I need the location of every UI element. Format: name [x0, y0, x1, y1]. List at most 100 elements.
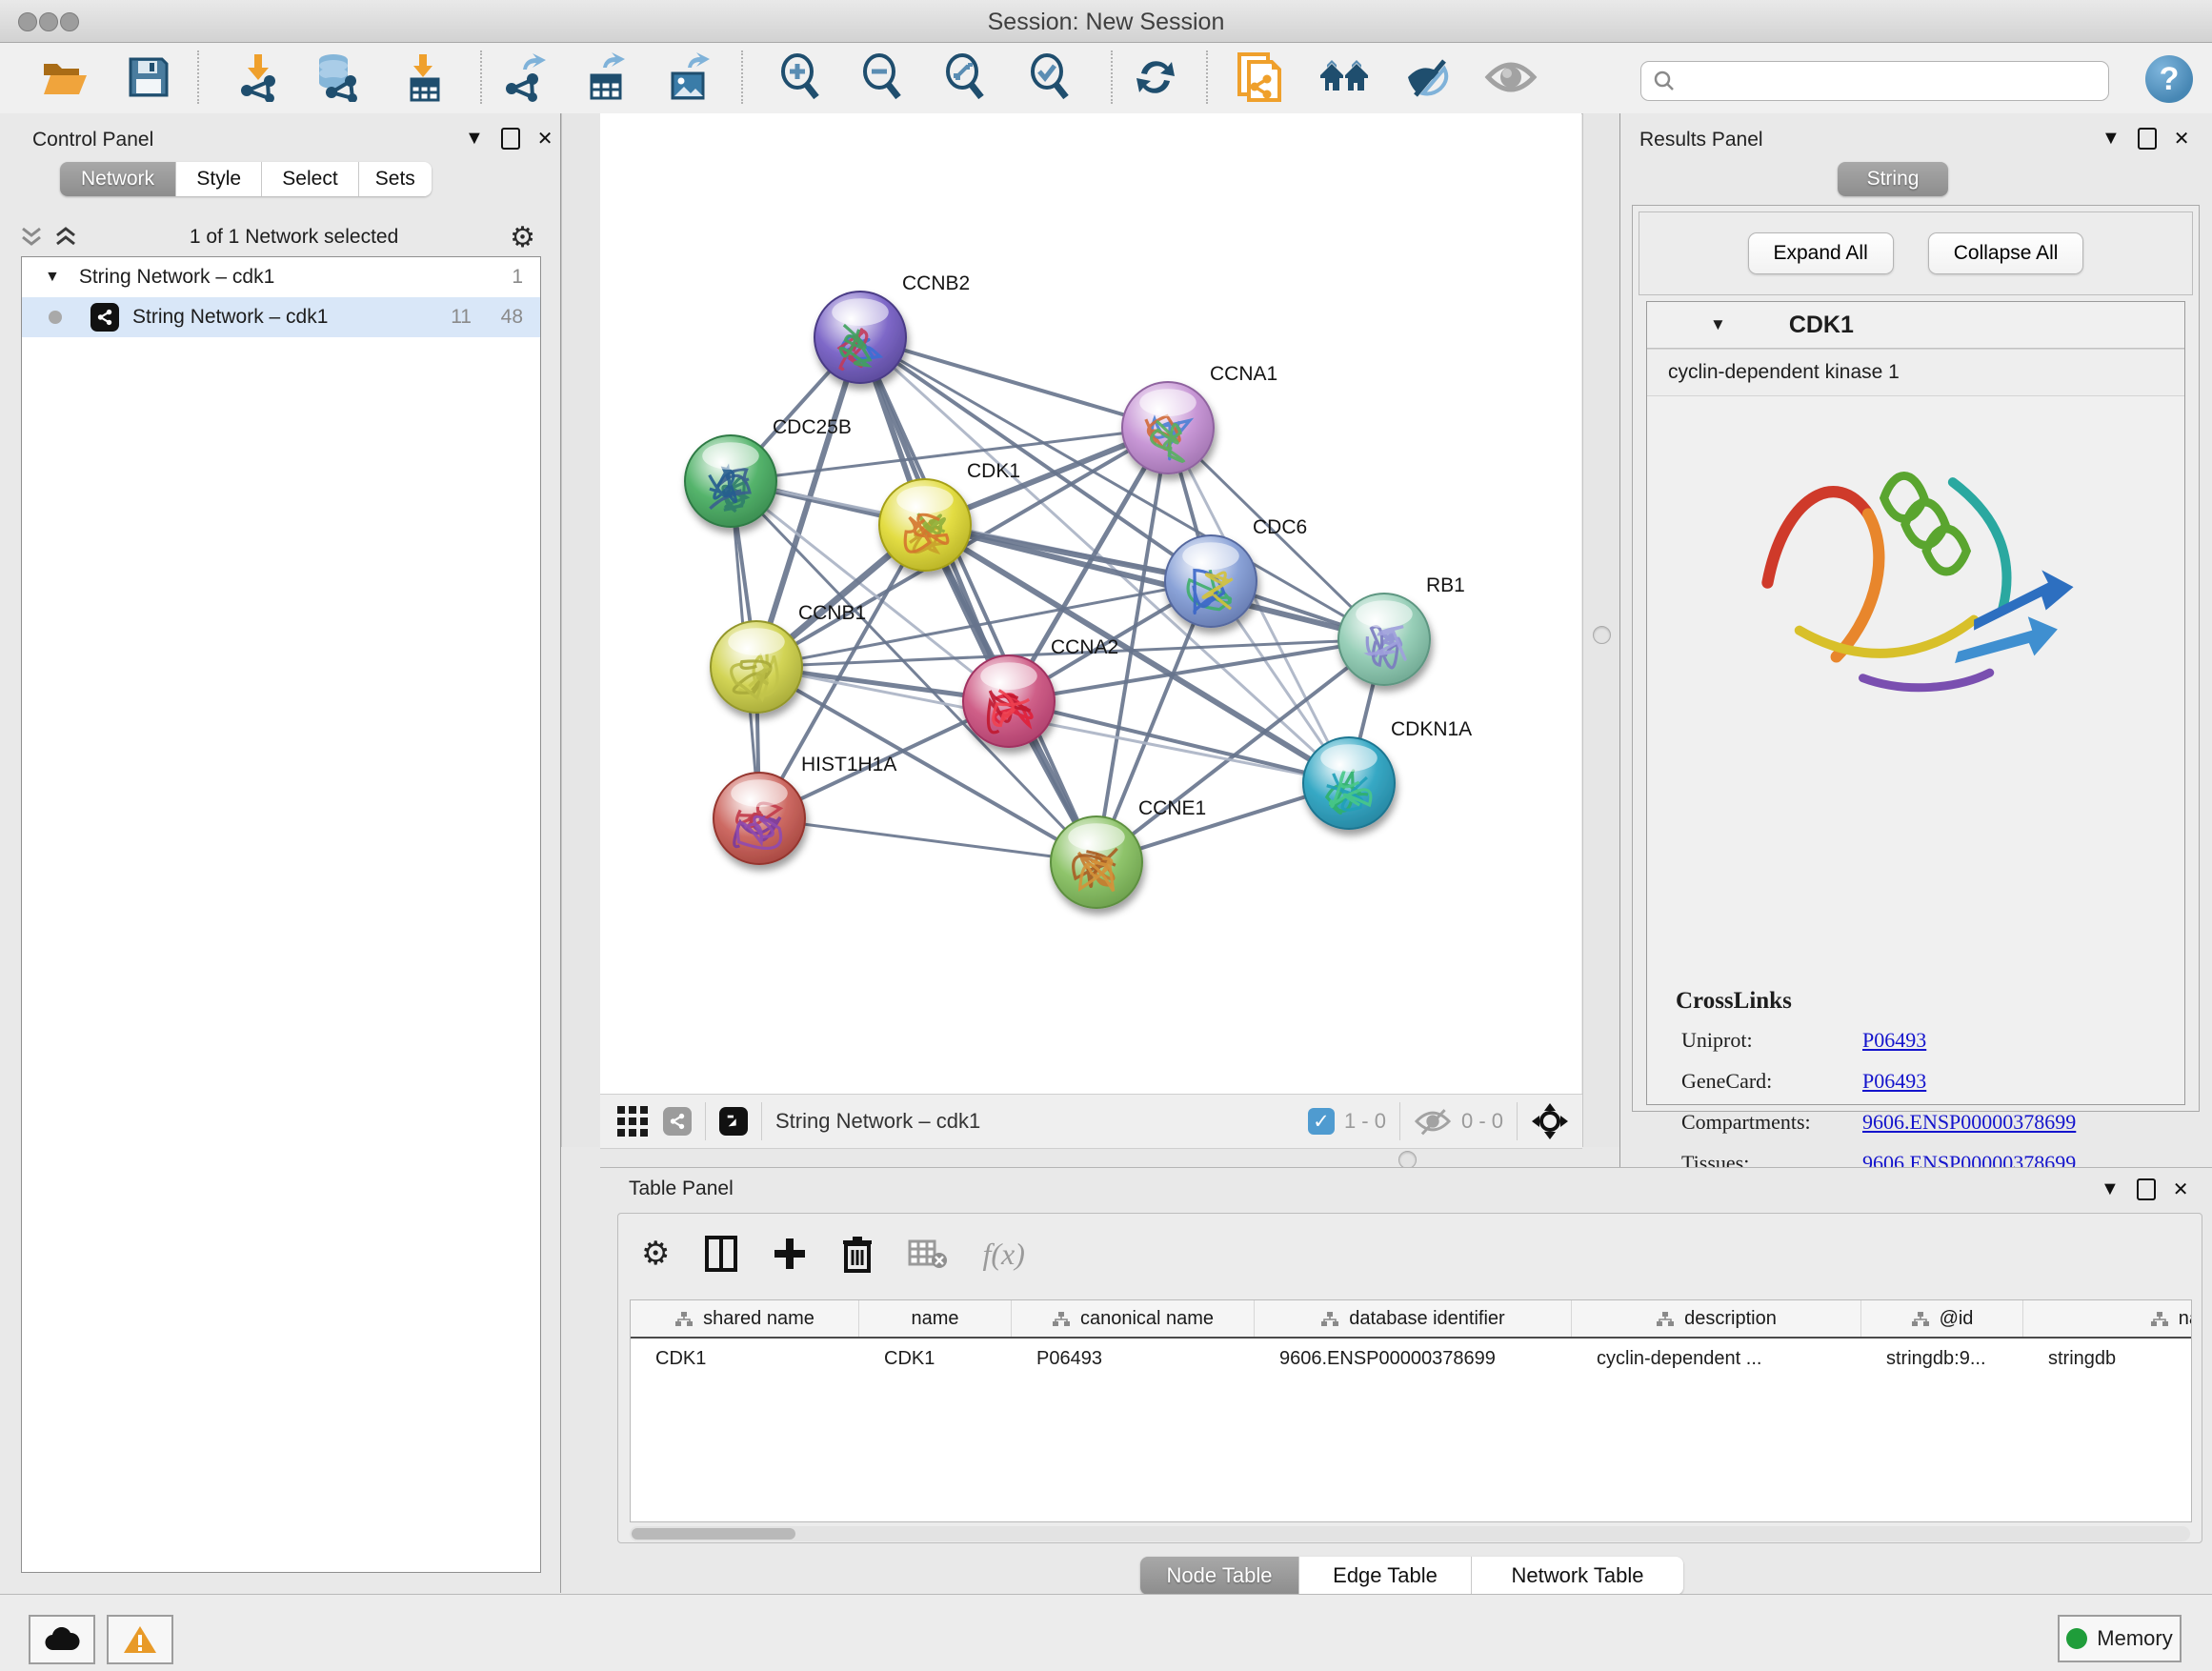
delete-column-icon[interactable] — [841, 1235, 874, 1273]
column-header--id[interactable]: @id — [1861, 1300, 2023, 1337]
column-header-canonical-name[interactable]: canonical name — [1012, 1300, 1255, 1337]
column-header-namespace[interactable]: namespace — [2023, 1300, 2192, 1337]
zoom-fit-icon[interactable] — [938, 50, 992, 104]
network-node-CDC25B[interactable] — [685, 435, 776, 527]
string-view-icon[interactable] — [663, 1107, 692, 1136]
column-header-description[interactable]: description — [1572, 1300, 1861, 1337]
crosslink-link[interactable]: 9606.ENSP00000378699 — [1862, 1110, 2076, 1135]
import-database-icon[interactable] — [311, 50, 364, 104]
panel-close-icon[interactable]: ✕ — [2173, 1178, 2189, 1201]
network-canvas[interactable]: CCNB2CCNA1CDC25BCDK1CDC6RB1CCNB1CCNA2CDK… — [600, 113, 1581, 1094]
grid-view-icon[interactable] — [615, 1104, 650, 1138]
network-row-selected[interactable]: String Network – cdk1 11 48 — [22, 297, 540, 337]
hide-selected-icon[interactable] — [1401, 50, 1455, 104]
network-node-CCNE1[interactable] — [1051, 816, 1142, 908]
panel-float-icon[interactable] — [501, 128, 520, 150]
column-header-name[interactable]: name — [859, 1300, 1012, 1337]
import-network-icon[interactable] — [231, 50, 285, 104]
protein-card-header[interactable]: ▼ CDK1 — [1647, 302, 2184, 349]
network-node-CCNB2[interactable] — [814, 292, 906, 383]
selected-checkbox-icon[interactable]: ✓ — [1308, 1108, 1335, 1135]
network-node-CCNA2[interactable] — [963, 655, 1055, 747]
delete-table-icon[interactable] — [908, 1238, 948, 1270]
collapse-all-icon[interactable] — [19, 225, 44, 250]
open-session-icon[interactable] — [38, 50, 91, 104]
panel-menu-icon[interactable]: ▼ — [2101, 1178, 2120, 1200]
node-label-CDC25B: CDC25B — [773, 416, 852, 438]
network-node-RB1[interactable] — [1338, 594, 1430, 685]
table-cell[interactable]: CDK1 — [859, 1348, 1012, 1370]
tab-edge-table[interactable]: Edge Table — [1299, 1557, 1472, 1595]
network-node-CDC6[interactable] — [1165, 535, 1257, 627]
section-expander-icon[interactable]: ▼ — [1710, 315, 1726, 334]
clone-network-icon[interactable] — [1234, 50, 1287, 104]
tab-select[interactable]: Select — [262, 162, 358, 196]
table-cell[interactable]: stringdb — [2023, 1348, 2192, 1370]
hidden-eye-icon[interactable] — [1414, 1107, 1452, 1136]
right-splitter[interactable] — [1582, 113, 1620, 1147]
tab-sets[interactable]: Sets — [359, 162, 432, 196]
table-cell[interactable]: stringdb:9... — [1861, 1348, 2023, 1370]
show-columns-icon[interactable] — [704, 1235, 738, 1273]
table-cell[interactable]: 9606.ENSP00000378699 — [1255, 1348, 1572, 1370]
zoom-out-icon[interactable] — [855, 50, 909, 104]
panel-menu-icon[interactable]: ▼ — [465, 128, 484, 150]
network-node-CCNB1[interactable] — [711, 621, 802, 713]
add-column-icon[interactable] — [773, 1237, 807, 1271]
birdseye-toggle-icon[interactable] — [1531, 1102, 1569, 1140]
network-collection-row[interactable]: ▼ String Network – cdk1 1 — [22, 257, 540, 297]
column-header-database-identifier[interactable]: database identifier — [1255, 1300, 1572, 1337]
network-node-CDKN1A[interactable] — [1303, 737, 1395, 829]
function-builder-icon[interactable]: f(x) — [982, 1237, 1024, 1272]
table-options-gear-icon[interactable]: ⚙ — [641, 1235, 670, 1273]
table-cell[interactable]: CDK1 — [631, 1348, 859, 1370]
expand-all-icon[interactable] — [53, 225, 78, 250]
network-node-HIST1H1A[interactable] — [714, 773, 805, 864]
tab-string[interactable]: String — [1838, 162, 1948, 196]
show-all-icon[interactable] — [1484, 50, 1538, 104]
left-splitter[interactable] — [561, 113, 601, 1147]
table-cell[interactable]: P06493 — [1012, 1348, 1255, 1370]
cloud-button[interactable] — [29, 1615, 95, 1664]
expand-all-button[interactable]: Expand All — [1748, 232, 1894, 274]
export-image-icon[interactable] — [663, 50, 716, 104]
tab-network-table[interactable]: Network Table — [1472, 1557, 1683, 1595]
export-network-icon[interactable] — [498, 50, 552, 104]
refresh-icon[interactable] — [1129, 50, 1182, 104]
table-cell[interactable]: cyclin-dependent ... — [1572, 1348, 1861, 1370]
panel-float-icon[interactable] — [2138, 128, 2157, 150]
column-header-shared-name[interactable]: shared name — [631, 1300, 859, 1337]
network-node-CCNA1[interactable] — [1122, 382, 1214, 473]
panel-close-icon[interactable]: ✕ — [537, 127, 553, 151]
first-neighbors-icon[interactable] — [1318, 50, 1372, 104]
memory-button[interactable]: Memory — [2058, 1615, 2182, 1662]
table-horizontal-scrollbar[interactable] — [630, 1526, 2190, 1541]
network-graph[interactable]: CCNB2CCNA1CDC25BCDK1CDC6RB1CCNB1CCNA2CDK… — [600, 113, 1581, 1094]
scrollbar-thumb[interactable] — [632, 1528, 795, 1540]
panel-menu-icon[interactable]: ▼ — [2101, 128, 2121, 150]
crosslink-link[interactable]: P06493 — [1862, 1069, 1926, 1094]
column-header-label: name — [911, 1308, 958, 1330]
panel-float-icon[interactable] — [2137, 1178, 2156, 1200]
save-session-icon[interactable] — [122, 50, 175, 104]
import-table-icon[interactable] — [398, 50, 452, 104]
export-table-icon[interactable] — [580, 50, 633, 104]
network-node-CDK1[interactable] — [879, 479, 971, 571]
search-input[interactable] — [1640, 61, 2109, 101]
warnings-button[interactable] — [107, 1615, 173, 1664]
tab-style[interactable]: Style — [176, 162, 262, 196]
open-in-window-icon[interactable] — [719, 1107, 748, 1136]
crosslink-link[interactable]: P06493 — [1862, 1028, 1926, 1053]
tab-network[interactable]: Network — [60, 162, 176, 196]
table-row[interactable]: CDK1CDK1P064939606.ENSP00000378699cyclin… — [631, 1339, 2191, 1379]
zoom-selected-icon[interactable] — [1023, 50, 1076, 104]
network-options-gear-icon[interactable]: ⚙ — [510, 221, 535, 254]
collection-expander-icon[interactable]: ▼ — [45, 269, 60, 286]
network-view-toolbar: String Network – cdk1 ✓ 1 - 0 0 - 0 — [600, 1094, 1582, 1149]
splitter-handle[interactable] — [1593, 626, 1611, 644]
zoom-in-icon[interactable] — [774, 50, 827, 104]
tab-node-table[interactable]: Node Table — [1140, 1557, 1299, 1595]
panel-close-icon[interactable]: ✕ — [2174, 127, 2190, 151]
help-button[interactable]: ? — [2145, 55, 2193, 103]
collapse-all-button[interactable]: Collapse All — [1928, 232, 2084, 274]
